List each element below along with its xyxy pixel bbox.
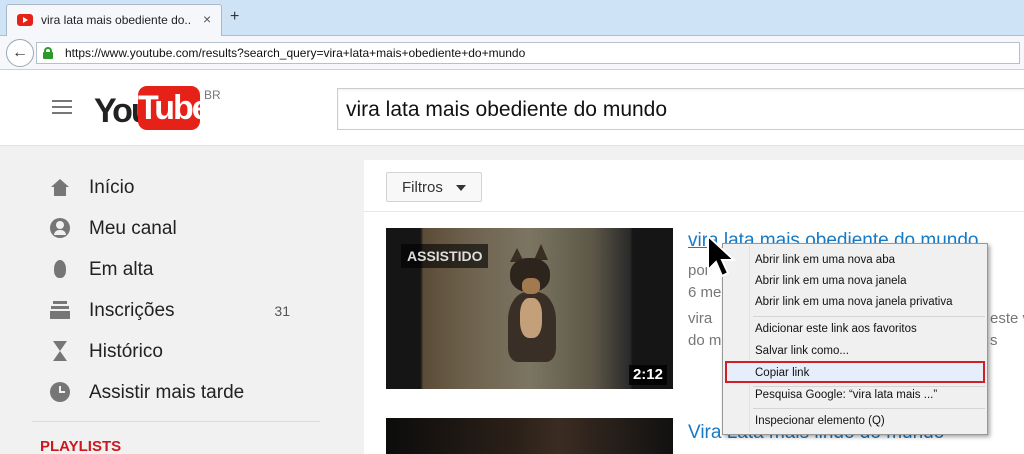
new-tab-button[interactable]: + (230, 8, 239, 26)
sidebar-item-label: Assistir mais tarde (89, 382, 245, 403)
sidebar-item-label: Histórico (89, 341, 163, 362)
logo-region: BR (204, 88, 221, 102)
video-description: vira (688, 310, 713, 327)
sidebar-item-trending[interactable]: Em alta (48, 249, 298, 290)
sidebar-item-label: Início (89, 177, 135, 198)
tab-title: vira lata mais obediente do... (41, 13, 191, 27)
video-thumbnail[interactable]: ASSISTIDO 2:12 (386, 228, 673, 389)
youtube-favicon-icon (17, 14, 33, 26)
video-thumbnail[interactable] (386, 418, 673, 454)
filter-bar: Filtros (364, 160, 1024, 212)
hourglass-icon (48, 341, 72, 363)
browser-tab[interactable]: vira lata mais obediente do... × (6, 4, 222, 36)
duration-badge: 2:12 (628, 365, 667, 385)
url-bar[interactable]: https://www.youtube.com/results?search_q… (36, 42, 1020, 64)
sidebar-item-home[interactable]: Início (48, 167, 298, 208)
sidebar-item-history[interactable]: Histórico (48, 331, 298, 372)
close-tab-icon[interactable]: × (203, 11, 211, 27)
lock-icon (43, 47, 53, 59)
browser-tab-bar: vira lata mais obediente do... × + (0, 0, 1024, 36)
menu-item-open-private-window[interactable]: Abrir link em uma nova janela privativa (755, 296, 953, 308)
cursor-icon (707, 234, 737, 278)
youtube-header: You Tube BR vira lata mais obediente do … (0, 70, 1024, 146)
caret-down-icon (456, 185, 466, 191)
menu-separator (753, 316, 985, 317)
sidebar-item-subscriptions[interactable]: Inscrições 31 (48, 290, 298, 331)
url-text: https://www.youtube.com/results?search_q… (65, 46, 526, 60)
menu-item-bookmark-link[interactable]: Adicionar este link aos favoritos (755, 323, 917, 335)
menu-item-open-new-window[interactable]: Abrir link em uma nova janela (755, 275, 907, 287)
sidebar-divider (32, 421, 320, 422)
search-input[interactable]: vira lata mais obediente do mundo (337, 88, 1024, 130)
video-description: do m (688, 332, 722, 349)
subscriptions-icon (48, 300, 72, 322)
context-menu: Abrir link em uma nova aba Abrir link em… (722, 243, 988, 435)
logo-tube: Tube (138, 86, 211, 130)
browser-nav-bar: ← https://www.youtube.com/results?search… (0, 36, 1024, 70)
video-description: s (990, 332, 998, 349)
sidebar-item-my-channel[interactable]: Meu canal (48, 208, 298, 249)
menu-gutter (749, 246, 750, 432)
playlists-heading: PLAYLISTS (40, 438, 122, 454)
video-description: este v (990, 310, 1024, 327)
dog-image (504, 244, 560, 368)
sidebar-item-label: Meu canal (89, 218, 177, 239)
clock-icon (48, 382, 72, 404)
menu-item-google-search[interactable]: Pesquisa Google: “vira lata mais ...” (755, 389, 937, 401)
menu-item-copy-link[interactable]: Copiar link (755, 367, 809, 379)
filters-button[interactable]: Filtros (386, 172, 482, 202)
subscriptions-count: 31 (274, 303, 290, 319)
menu-separator (753, 408, 985, 409)
watched-badge: ASSISTIDO (401, 244, 489, 268)
video-age: 6 me (688, 284, 722, 301)
account-icon (48, 218, 72, 240)
back-button[interactable]: ← (6, 39, 34, 67)
filters-label: Filtros (402, 179, 443, 196)
sidebar: Início Meu canal Em alta Inscrições 31 H… (0, 147, 320, 454)
menu-separator (753, 386, 985, 387)
search-query: vira lata mais obediente do mundo (346, 98, 668, 121)
flame-icon (48, 259, 72, 281)
home-icon (48, 177, 72, 199)
menu-icon[interactable] (52, 100, 72, 114)
sidebar-item-watch-later[interactable]: Assistir mais tarde (48, 372, 298, 413)
sidebar-item-label: Inscrições (89, 300, 175, 321)
menu-item-save-link[interactable]: Salvar link como... (755, 345, 849, 357)
sidebar-item-label: Em alta (89, 259, 154, 280)
menu-item-inspect-element[interactable]: Inspecionar elemento (Q) (755, 415, 885, 427)
menu-item-open-new-tab[interactable]: Abrir link em uma nova aba (755, 254, 895, 266)
